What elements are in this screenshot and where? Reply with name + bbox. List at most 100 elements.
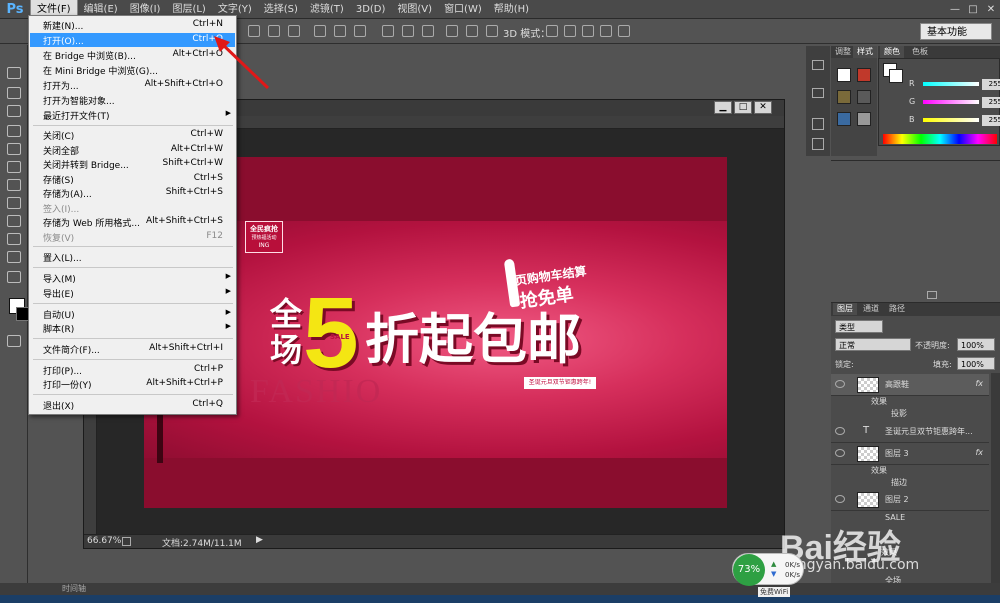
menu-item-print[interactable]: 打印(P)... Ctrl+P (30, 363, 235, 377)
status-menu-icon[interactable] (122, 537, 131, 546)
zoom-level[interactable]: 66.67% (87, 536, 121, 546)
menu-item-open-as[interactable]: 打开为... Alt+Shift+Ctrl+O (30, 78, 235, 92)
brush-tool-icon[interactable] (7, 161, 21, 173)
blur-tool-icon[interactable] (7, 215, 21, 227)
tab-layers[interactable]: 图层 (833, 303, 857, 315)
menu-item-exit[interactable]: 退出(X) Ctrl+Q (30, 398, 235, 412)
panel-icon[interactable] (927, 291, 937, 299)
paragraph-icon[interactable] (812, 138, 824, 150)
color-spectrum-bar[interactable] (883, 134, 997, 144)
minimize-button[interactable]: — (946, 0, 964, 19)
3d-roll-icon[interactable] (564, 25, 576, 37)
menu-filter[interactable]: 滤镜(T) (304, 0, 350, 19)
fx-icon[interactable]: fx (975, 448, 983, 457)
menu-item-import[interactable]: 导入(M) ▶ (30, 271, 235, 285)
fx-icon[interactable]: fx (975, 379, 983, 388)
doc-maximize-button[interactable]: □ (734, 101, 752, 114)
align-right-icon[interactable] (354, 25, 366, 37)
hand-tool-icon[interactable] (7, 271, 21, 283)
menu-item-browse-mini-bridge[interactable]: 在 Mini Bridge 中浏览(G)... (30, 63, 235, 77)
menu-window[interactable]: 窗口(W) (438, 0, 488, 19)
visibility-eye-icon[interactable] (835, 495, 845, 503)
properties-icon[interactable] (812, 88, 824, 98)
opacity-input[interactable]: 100% (957, 338, 995, 351)
layer-row[interactable]: 高跟鞋 fx (831, 374, 989, 396)
menu-item-close-all[interactable]: 关闭全部 Alt+Ctrl+W (30, 143, 235, 157)
red-value[interactable]: 255 (982, 79, 1000, 90)
menu-item-export[interactable]: 导出(E) ▶ (30, 286, 235, 300)
tab-adjustments[interactable]: 调整 (831, 46, 855, 58)
doc-close-button[interactable]: ✕ (754, 101, 772, 114)
style-swatch[interactable] (837, 112, 851, 126)
history-icon[interactable] (812, 60, 824, 70)
distribute-right-icon[interactable] (486, 25, 498, 37)
clone-stamp-tool-icon[interactable] (7, 179, 21, 191)
3d-slide-icon[interactable] (600, 25, 612, 37)
menu-item-print-one-copy[interactable]: 打印一份(Y) Alt+Shift+Ctrl+P (30, 377, 235, 391)
blue-value[interactable]: 255 (982, 115, 1000, 126)
distribute-left-icon[interactable] (446, 25, 458, 37)
style-swatch[interactable] (857, 68, 871, 82)
menu-view[interactable]: 视图(V) (391, 0, 438, 19)
distribute-bottom-icon[interactable] (422, 25, 434, 37)
effect-row[interactable]: 描边 (831, 477, 989, 489)
menu-item-recent-files[interactable]: 最近打开文件(T) ▶ (30, 108, 235, 122)
tab-color[interactable]: 颜色 (880, 46, 904, 58)
blend-mode-select[interactable]: 正常 (835, 338, 911, 351)
timeline-bar[interactable]: 时间轴 (0, 583, 1000, 595)
style-swatch[interactable] (857, 112, 871, 126)
menu-item-check-in[interactable]: 签入(I)... (30, 201, 235, 215)
effects-row[interactable]: 效果 (831, 396, 989, 408)
effects-row[interactable]: 效果 (831, 465, 989, 477)
eyedropper-tool-icon[interactable] (7, 125, 21, 137)
tab-paths[interactable]: 路径 (885, 303, 909, 315)
layers-scrollbar[interactable] (991, 373, 1000, 589)
close-button[interactable]: ✕ (982, 0, 1000, 19)
path-select-tool-icon[interactable] (7, 251, 21, 263)
layer-filter-select[interactable]: 类型 (835, 320, 883, 333)
menu-item-automate[interactable]: 自动(U) ▶ (30, 307, 235, 321)
menu-item-open[interactable]: 打开(O)... Ctrl+O (30, 33, 235, 47)
fill-input[interactable]: 100% (957, 357, 995, 370)
layer-row[interactable]: T 圣诞元旦双节钜惠跨年... (831, 421, 989, 443)
eraser-tool-icon[interactable] (7, 197, 21, 209)
align-hcenter-icon[interactable] (334, 25, 346, 37)
green-value[interactable]: 255 (982, 97, 1000, 108)
align-bottom-icon[interactable] (288, 25, 300, 37)
distribute-vcenter-icon[interactable] (402, 25, 414, 37)
blue-slider[interactable] (923, 118, 979, 122)
healing-brush-tool-icon[interactable] (7, 143, 21, 155)
workspace-select[interactable]: 基本功能 (920, 23, 992, 40)
menu-item-file-info[interactable]: 文件简介(F)... Alt+Shift+Ctrl+I (30, 342, 235, 356)
layer-row[interactable]: 图层 3 fx (831, 443, 989, 465)
3d-pan-icon[interactable] (582, 25, 594, 37)
marquee-tool-icon[interactable] (7, 67, 21, 79)
menu-help[interactable]: 帮助(H) (488, 0, 535, 19)
crop-tool-icon[interactable] (7, 105, 21, 117)
quick-mask-icon[interactable] (7, 335, 21, 347)
visibility-eye-icon[interactable] (835, 427, 845, 435)
style-swatch[interactable] (837, 90, 851, 104)
menu-item-place[interactable]: 置入(L)... (30, 250, 235, 264)
doc-minimize-button[interactable]: ▁ (714, 101, 732, 114)
menu-item-open-smart-object[interactable]: 打开为智能对象... (30, 93, 235, 107)
effect-row[interactable]: 投影 (831, 408, 989, 420)
menu-item-close[interactable]: 关闭(C) Ctrl+W (30, 128, 235, 142)
menu-select[interactable]: 选择(S) (258, 0, 304, 19)
free-wifi-label[interactable]: 免费WiFi (758, 587, 791, 597)
tab-swatches[interactable]: 色板 (908, 46, 932, 58)
distribute-top-icon[interactable] (382, 25, 394, 37)
menu-item-revert[interactable]: 恢复(V) F12 (30, 230, 235, 244)
maximize-button[interactable]: □ (964, 0, 982, 19)
lasso-tool-icon[interactable] (7, 87, 21, 99)
green-slider[interactable] (923, 100, 979, 104)
network-speed-widget[interactable]: 73% ▲ ▼ 0K/s 0K/s (732, 553, 804, 586)
menu-item-save[interactable]: 存储(S) Ctrl+S (30, 172, 235, 186)
menu-item-new[interactable]: 新建(N)... Ctrl+N (30, 18, 235, 32)
visibility-eye-icon[interactable] (835, 380, 845, 388)
status-arrow-icon[interactable]: ▶ (256, 535, 263, 545)
layer-row[interactable]: 图层 2 (831, 489, 989, 511)
character-icon[interactable] (812, 118, 824, 130)
pen-tool-icon[interactable] (7, 233, 21, 245)
distribute-hcenter-icon[interactable] (466, 25, 478, 37)
